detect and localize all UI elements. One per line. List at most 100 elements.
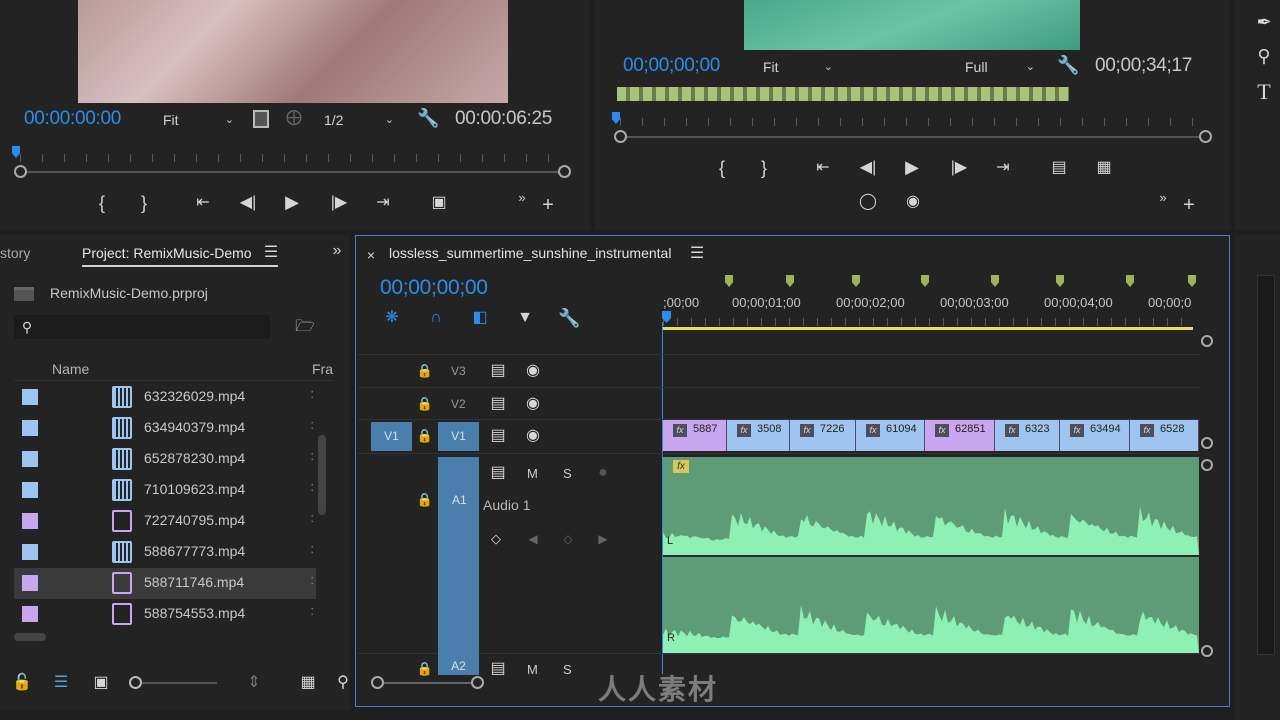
icon-view-icon[interactable]: ▣ [90,673,112,693]
timeline-zoom-handle-left[interactable] [371,676,384,689]
list-item[interactable]: 632326029.mp4: [14,382,316,413]
sequence-tab[interactable]: lossless_summertime_sunshine_instrumenta… [389,245,671,261]
sync-lock-icon[interactable]: ▤ [487,463,509,483]
zoom-slider-track[interactable] [137,682,217,684]
program-time-ruler[interactable] [620,118,1205,126]
label-color-swatch[interactable] [22,420,38,436]
program-zoom-handle-right[interactable] [1199,130,1212,143]
list-item[interactable]: 652878230.mp4: [14,444,316,475]
zoom-slider-handle[interactable] [129,676,142,689]
program-timecode-current[interactable]: 00;00;00;00 [623,55,720,77]
source-resolution-select[interactable]: 1/2 ⌄ [316,108,400,132]
label-color-swatch[interactable] [22,606,38,622]
label-color-swatch[interactable] [22,575,38,591]
label-color-swatch[interactable] [22,451,38,467]
a-scroll-handle[interactable] [1201,459,1213,471]
step-back-icon[interactable]: ◀​| [236,193,260,213]
label-color-swatch[interactable] [22,389,38,405]
snap-icon[interactable]: ∩ [425,308,447,328]
linked-selection-icon[interactable]: ◧ [469,308,491,328]
nest-icon[interactable]: ❋ [381,308,403,328]
track-label-v1[interactable]: V1 [438,422,479,451]
sync-lock-icon[interactable]: ▤ [487,659,509,679]
button-editor-icon[interactable]: + [538,195,558,215]
program-zoom-scrollbar[interactable] [620,136,1205,138]
extract-icon[interactable]: ▦ [1090,158,1118,178]
eye-icon[interactable]: ◉ [522,394,544,414]
program-fit-select[interactable]: Fit ⌄ [755,55,839,79]
play-icon[interactable]: ▶ [900,157,924,177]
list-item[interactable]: 588677773.mp4: [14,537,316,568]
search-input[interactable]: ⚲ [14,315,270,339]
pen-tool-icon[interactable]: ✒ [1253,12,1275,32]
lock-icon[interactable]: 🔒 [416,361,434,381]
video-clip[interactable]: fx 61094 [856,420,925,451]
program-marker-strip[interactable] [617,87,1069,101]
eye-icon[interactable]: ◉ [522,361,544,381]
solo-button[interactable]: S [563,466,572,481]
list-scrollbar[interactable] [318,435,326,515]
label-color-swatch[interactable] [22,482,38,498]
column-frame-rate[interactable]: Fra [312,361,333,377]
label-color-swatch[interactable] [22,544,38,560]
project-tab[interactable]: Project: RemixMusic-Demo [82,245,252,261]
lock-icon[interactable]: 🔒 [416,490,434,510]
source-zoom-handle-left[interactable] [14,165,27,178]
close-tab-icon[interactable]: × [362,245,380,265]
wrench-icon[interactable]: 🔧 [1057,55,1079,75]
program-zoom-handle-left[interactable] [614,130,627,143]
next-keyframe-icon[interactable]: ▶ [596,529,610,549]
type-tool-icon[interactable]: T [1253,81,1275,103]
source-zoom-handle-right[interactable] [558,165,571,178]
track-label-a2[interactable]: A2 [438,659,479,675]
sort-icon[interactable]: ⇕ [244,673,264,693]
go-to-out-icon[interactable]: ⇥ [991,158,1015,178]
v-scroll-handle[interactable] [1201,335,1213,347]
step-back-icon[interactable]: ◀​| [856,158,880,178]
hand-tool-icon[interactable]: ⚲ [1253,46,1275,66]
mark-out-icon[interactable]: } [754,158,774,178]
list-item[interactable]: 634940379.mp4: [14,413,316,444]
add-marker-icon[interactable]: ▼ [514,308,536,328]
source-playhead[interactable] [12,146,20,158]
timeline-zoom-handle-right[interactable] [471,676,484,689]
video-clip[interactable]: fx 63494 [1060,420,1130,451]
timeline-timecode[interactable]: 00;00;00;00 [380,276,488,300]
go-to-out-icon[interactable]: ⇥ [371,193,395,213]
track-label-v2[interactable]: V2 [451,397,466,411]
video-clip[interactable]: fx 62851 [925,420,995,451]
lock-icon[interactable]: 🔒 [416,426,434,446]
timeline-zoom-scrollbar[interactable] [378,682,478,684]
safe-margins-icon[interactable] [253,110,269,128]
wrench-icon[interactable]: 🔧 [558,308,580,328]
new-bin-icon[interactable]: 🗁 [294,317,316,337]
video-clip[interactable]: fx 3508 [727,420,790,451]
lock-icon[interactable]: 🔓 [12,673,32,693]
label-color-swatch[interactable] [22,513,38,529]
program-playhead[interactable] [612,112,620,124]
find-icon[interactable]: ⚲ [336,673,350,693]
panel-menu-icon[interactable]: ☰ [688,244,706,264]
keyframe-toggle-icon[interactable]: ◇ [486,529,506,549]
play-icon[interactable]: ▶ [280,192,304,212]
video-clip[interactable]: fx 6323 [995,420,1060,451]
solo-button-a2[interactable]: S [563,662,572,677]
program-quality-select[interactable]: Full ⌄ [957,55,1041,79]
mute-button[interactable]: M [527,466,538,481]
mark-in-icon[interactable]: { [712,158,732,178]
panel-overflow-icon[interactable]: » [327,241,347,261]
insert-icon[interactable]: ▣ [425,193,453,213]
more-controls-icon[interactable]: » [512,188,532,208]
mark-out-icon[interactable]: } [134,193,154,213]
video-clip[interactable]: fx 6528 [1130,420,1199,451]
track-label-v3[interactable]: V3 [451,364,466,378]
audio-clip[interactable]: fx L R [663,457,1199,653]
source-patch-v1[interactable]: V1 [371,422,412,451]
camera-icon[interactable]: ◉ [901,192,925,212]
list-hscrollbar[interactable] [14,633,46,641]
step-forward-icon[interactable]: |▶ [947,158,971,178]
source-timecode-current[interactable]: 00:00:00:00 [24,108,121,130]
history-tab[interactable]: story [0,245,30,261]
sync-lock-icon[interactable]: ▤ [487,394,509,414]
wrench-icon[interactable]: 🔧 [417,108,439,128]
